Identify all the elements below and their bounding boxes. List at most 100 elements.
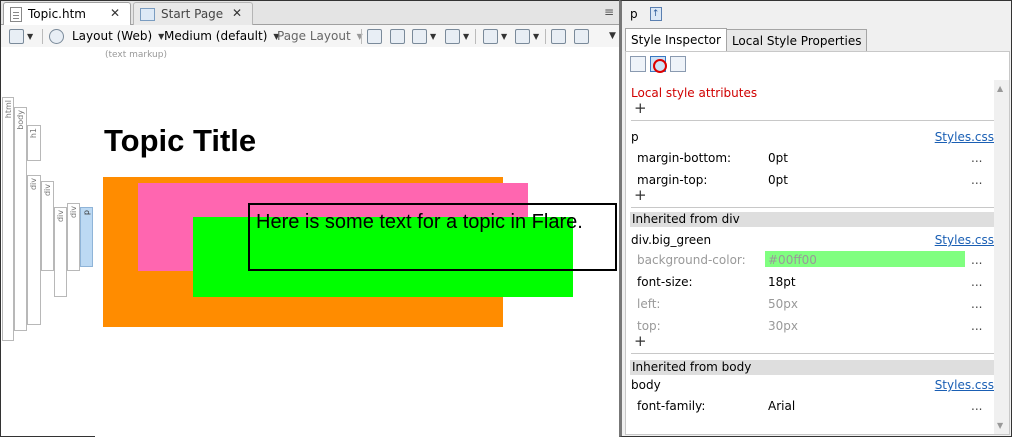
topic-title[interactable]: Topic Title — [104, 123, 256, 159]
magnifier-icon — [9, 28, 24, 44]
more-button[interactable]: ... — [971, 319, 982, 333]
divider — [631, 207, 994, 208]
more-button[interactable]: ... — [971, 173, 982, 187]
medium-label: Medium (default) — [164, 29, 268, 43]
selector-div-big-green: div.big_green — [631, 233, 712, 247]
selected-tag-label: p — [630, 7, 638, 21]
layout-web-dropdown[interactable]: Layout (Web) ▼ — [49, 27, 164, 45]
overflow-button[interactable]: ▼ — [606, 27, 616, 45]
chevron-down-icon: ▼ — [501, 31, 508, 41]
select-parent-icon[interactable]: ↑ — [649, 7, 662, 21]
text-markup-label: (text markup) — [105, 50, 167, 60]
styles-css-link[interactable]: Styles.css — [935, 233, 994, 247]
structure-h1[interactable]: h1 — [27, 125, 41, 161]
page-layout-label: Page Layout — [277, 29, 351, 43]
close-icon[interactable]: ✕ — [110, 6, 120, 20]
prop-name: font-size: — [637, 275, 693, 289]
selected-paragraph-frame[interactable]: Here is some text for a topic in Flare. — [248, 203, 617, 271]
tab-start-page[interactable]: Start Page ✕ — [133, 2, 253, 25]
print-button[interactable] — [390, 27, 405, 45]
insert-button[interactable]: ▼ — [445, 27, 469, 45]
image-button[interactable]: ▼ — [412, 27, 436, 45]
editor-pane: Topic.htm ✕ Start Page ✕ ≡ ▼ Layout (Web… — [0, 0, 620, 437]
text-format-button[interactable]: ▼ — [515, 27, 539, 45]
selected-element-header: p ↑ — [630, 5, 662, 23]
prop-name: background-color: — [637, 253, 746, 267]
structure-p[interactable]: p — [80, 207, 93, 267]
zoom-button[interactable]: ▼ — [9, 27, 33, 45]
topic-paragraph[interactable]: Here is some text for a topic in Flare. — [256, 210, 586, 235]
add-property-button[interactable]: + — [634, 334, 647, 349]
add-property-button[interactable]: + — [634, 188, 647, 203]
structure-div[interactable]: div — [54, 207, 67, 297]
condition-icon — [574, 28, 589, 44]
topic-canvas[interactable]: Topic Title Here is some text for a topi… — [95, 95, 620, 437]
selector-body: body — [631, 378, 661, 392]
medium-dropdown[interactable]: Medium (default) ▼ — [164, 27, 280, 45]
prop-value[interactable]: 0pt — [768, 173, 788, 187]
toolbar-separator — [42, 29, 43, 44]
more-button[interactable]: ... — [971, 151, 982, 165]
structure-html[interactable]: html — [2, 97, 14, 341]
scroll-down-icon[interactable]: ▼ — [997, 421, 1003, 430]
close-icon[interactable]: ✕ — [232, 6, 242, 20]
tab-list-menu-icon[interactable]: ≡ — [604, 5, 616, 19]
image-icon — [412, 28, 427, 44]
prop-name: margin-bottom: — [637, 151, 732, 165]
print-icon — [390, 28, 405, 44]
insert-icon — [445, 28, 460, 44]
preview-button[interactable] — [367, 27, 382, 45]
vertical-scrollbar[interactable]: ▲ ▼ — [994, 80, 1009, 434]
info-icon — [551, 28, 566, 44]
tab-local-style-properties[interactable]: Local Style Properties — [726, 29, 868, 51]
tab-topic-htm[interactable]: Topic.htm ✕ — [3, 2, 131, 25]
prop-value[interactable]: 50px — [768, 297, 798, 311]
more-button[interactable]: ... — [971, 297, 982, 311]
tab-style-inspector[interactable]: Style Inspector — [625, 28, 727, 51]
local-style-attributes-title: Local style attributes — [631, 86, 758, 100]
prop-name: left: — [637, 297, 661, 311]
structure-div[interactable]: div — [27, 175, 41, 325]
more-button[interactable]: ... — [971, 399, 982, 413]
prop-value[interactable]: 0pt — [768, 151, 788, 165]
prop-name: top: — [637, 319, 661, 333]
prop-name: font-family: — [637, 399, 706, 413]
prop-value[interactable]: #00ff00 — [768, 253, 817, 267]
tab-label: Topic.htm — [28, 7, 86, 21]
tab-label: Start Page — [161, 7, 224, 21]
no-style-icon[interactable] — [650, 56, 667, 73]
inspector-tabs: Style Inspector Local Style Properties — [625, 28, 868, 51]
inherited-from-body-header: Inherited from body — [630, 360, 994, 375]
stylesheet-icon[interactable] — [630, 56, 646, 72]
divider — [631, 120, 994, 121]
x-button[interactable]: ▼ — [483, 27, 507, 45]
condition-button[interactable] — [574, 27, 589, 45]
structure-body[interactable]: body — [14, 107, 27, 331]
info-button[interactable] — [551, 27, 566, 45]
styles-css-link[interactable]: Styles.css — [935, 378, 994, 392]
selector-p: p — [631, 130, 639, 144]
style-inspector-pane: p ↑ Style Inspector Local Style Properti… — [619, 0, 1012, 437]
layout-web-label: Layout (Web) — [72, 29, 153, 43]
toolbar-separator — [361, 29, 362, 44]
x-icon — [483, 28, 498, 44]
prop-value[interactable]: 30px — [768, 319, 798, 333]
structure-div[interactable]: div — [67, 203, 80, 271]
styles-css-link[interactable]: Styles.css — [935, 130, 994, 144]
prop-value[interactable]: 18pt — [768, 275, 796, 289]
prop-value[interactable]: Arial — [768, 399, 795, 413]
document-icon — [10, 6, 22, 22]
style-list: Local style attributes + p Styles.css ma… — [627, 80, 994, 434]
chevron-down-icon: ▼ — [609, 31, 616, 41]
more-button[interactable]: ... — [971, 253, 982, 267]
page-layout-dropdown[interactable]: Page Layout ▼ — [277, 27, 363, 45]
add-local-style-button[interactable]: + — [634, 101, 647, 116]
structure-div[interactable]: div — [41, 181, 54, 271]
inspector-toolbar — [630, 56, 686, 73]
chevron-down-icon: ▼ — [463, 31, 470, 41]
prop-name: margin-top: — [637, 173, 708, 187]
edit-style-icon[interactable] — [670, 56, 686, 72]
chevron-down-icon: ▼ — [430, 31, 437, 41]
scroll-up-icon[interactable]: ▲ — [997, 84, 1003, 93]
more-button[interactable]: ... — [971, 275, 982, 289]
